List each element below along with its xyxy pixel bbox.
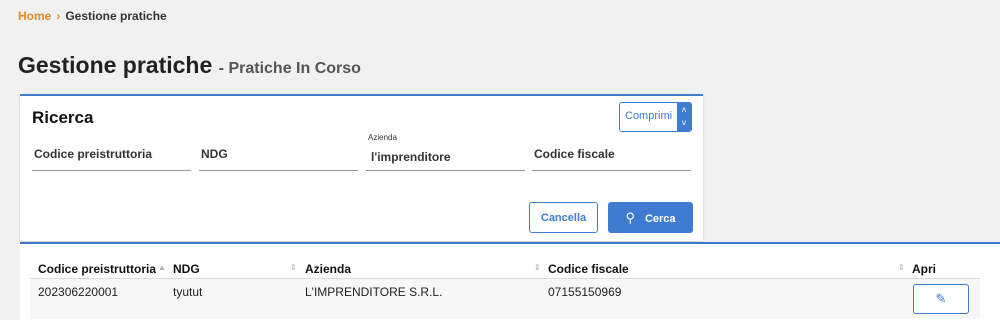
sort-asc-icon[interactable]: ▲ <box>158 263 166 272</box>
results-table: Codice preistruttoria ▲ NDG ⇕ Azienda ⇕ … <box>20 242 1000 320</box>
collapse-button-label: Comprimi <box>620 103 678 131</box>
open-button[interactable]: ✎ <box>913 284 969 314</box>
collapse-button[interactable]: Comprimi ˄ ˅ <box>619 102 693 132</box>
page-title: Gestione pratiche - Pratiche In Corso <box>18 52 361 79</box>
chevron-up-down-icon: ˄ ˅ <box>677 103 692 131</box>
codice-preistruttoria-field[interactable]: Codice preistruttoria <box>32 130 191 171</box>
page-title-text: Gestione pratiche <box>18 52 213 78</box>
breadcrumb: Home › Gestione pratiche <box>18 9 167 23</box>
cell-azienda: L'IMPRENDITORE S.R.L. <box>305 285 443 299</box>
sort-icon[interactable]: ⇕ <box>898 263 905 272</box>
search-icon: ⚲ <box>625 210 635 225</box>
azienda-field[interactable]: Azienda l'imprenditore <box>366 130 525 171</box>
cell-codice-preistruttoria: 202306220001 <box>38 285 119 299</box>
pencil-icon: ✎ <box>935 291 947 306</box>
search-panel-title: Ricerca <box>32 108 94 127</box>
cancel-button[interactable]: Cancella <box>529 202 598 233</box>
ndg-label: NDG <box>201 147 228 161</box>
cell-codice-fiscale: 07155150969 <box>548 285 622 299</box>
search-button[interactable]: ⚲ Cerca <box>608 202 693 233</box>
column-header-codice-fiscale[interactable]: Codice fiscale <box>548 262 629 276</box>
azienda-label: Azienda <box>368 133 397 142</box>
column-header-ndg[interactable]: NDG <box>173 262 200 276</box>
codice-fiscale-field[interactable]: Codice fiscale <box>532 130 691 171</box>
column-header-codice-preistruttoria[interactable]: Codice preistruttoria <box>38 262 156 276</box>
page-subtitle: - Pratiche In Corso <box>218 60 361 77</box>
ndg-field[interactable]: NDG <box>199 130 358 171</box>
breadcrumb-current: Gestione pratiche <box>65 9 167 23</box>
column-header-azienda[interactable]: Azienda <box>305 262 351 276</box>
breadcrumb-home-link[interactable]: Home <box>18 9 51 23</box>
codice-preistruttoria-label: Codice preistruttoria <box>34 147 153 161</box>
breadcrumb-separator: › <box>56 9 61 23</box>
search-button-label: Cerca <box>644 213 676 225</box>
column-header-apri[interactable]: Apri <box>912 262 936 276</box>
cell-ndg: tyutut <box>173 285 203 299</box>
sort-icon[interactable]: ⇕ <box>534 263 541 272</box>
codice-fiscale-label: Codice fiscale <box>534 147 615 161</box>
sort-icon[interactable]: ⇕ <box>290 263 297 272</box>
search-panel: Ricerca Comprimi ˄ ˅ Codice preistruttori… <box>20 94 703 241</box>
azienda-value: l'imprenditore <box>371 150 451 164</box>
